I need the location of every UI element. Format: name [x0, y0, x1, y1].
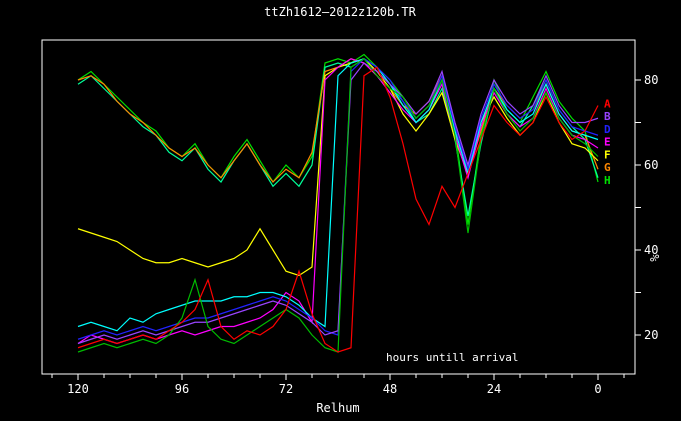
relative-humidity-ensemble-chart: ttZh1612—2012z120b.TR 120967248240 80604…: [0, 0, 681, 421]
x-axis-annotation: hours untill arrival: [386, 351, 518, 364]
x-tick-label: 48: [383, 382, 397, 396]
series-letter-G: G: [604, 161, 611, 174]
x-tick-label: 120: [67, 382, 89, 396]
series-letter-D: D: [604, 123, 611, 136]
chart-title: ttZh1612—2012z120b.TR: [264, 5, 416, 19]
y-tick-label: 80: [644, 73, 658, 87]
series-letter-A: A: [604, 97, 611, 110]
series-end-letters: ABDEFGH: [604, 97, 611, 187]
y-axis-unit: %: [648, 254, 662, 262]
x-tick-label: 0: [594, 382, 601, 396]
x-tick-label: 24: [487, 382, 501, 396]
chart-background: [0, 0, 681, 421]
x-tick-label: 96: [175, 382, 189, 396]
y-tick-label: 60: [644, 158, 658, 172]
x-axis-title: Relhum: [316, 401, 359, 415]
x-tick-label: 72: [279, 382, 293, 396]
series-letter-F: F: [604, 148, 611, 161]
series-letter-H: H: [604, 174, 611, 187]
series-letter-E: E: [604, 136, 611, 149]
chart-window: ttZh1612—2012z120b.TR 120967248240 80604…: [0, 0, 681, 421]
series-letter-B: B: [604, 110, 611, 123]
y-tick-label: 20: [644, 328, 658, 342]
